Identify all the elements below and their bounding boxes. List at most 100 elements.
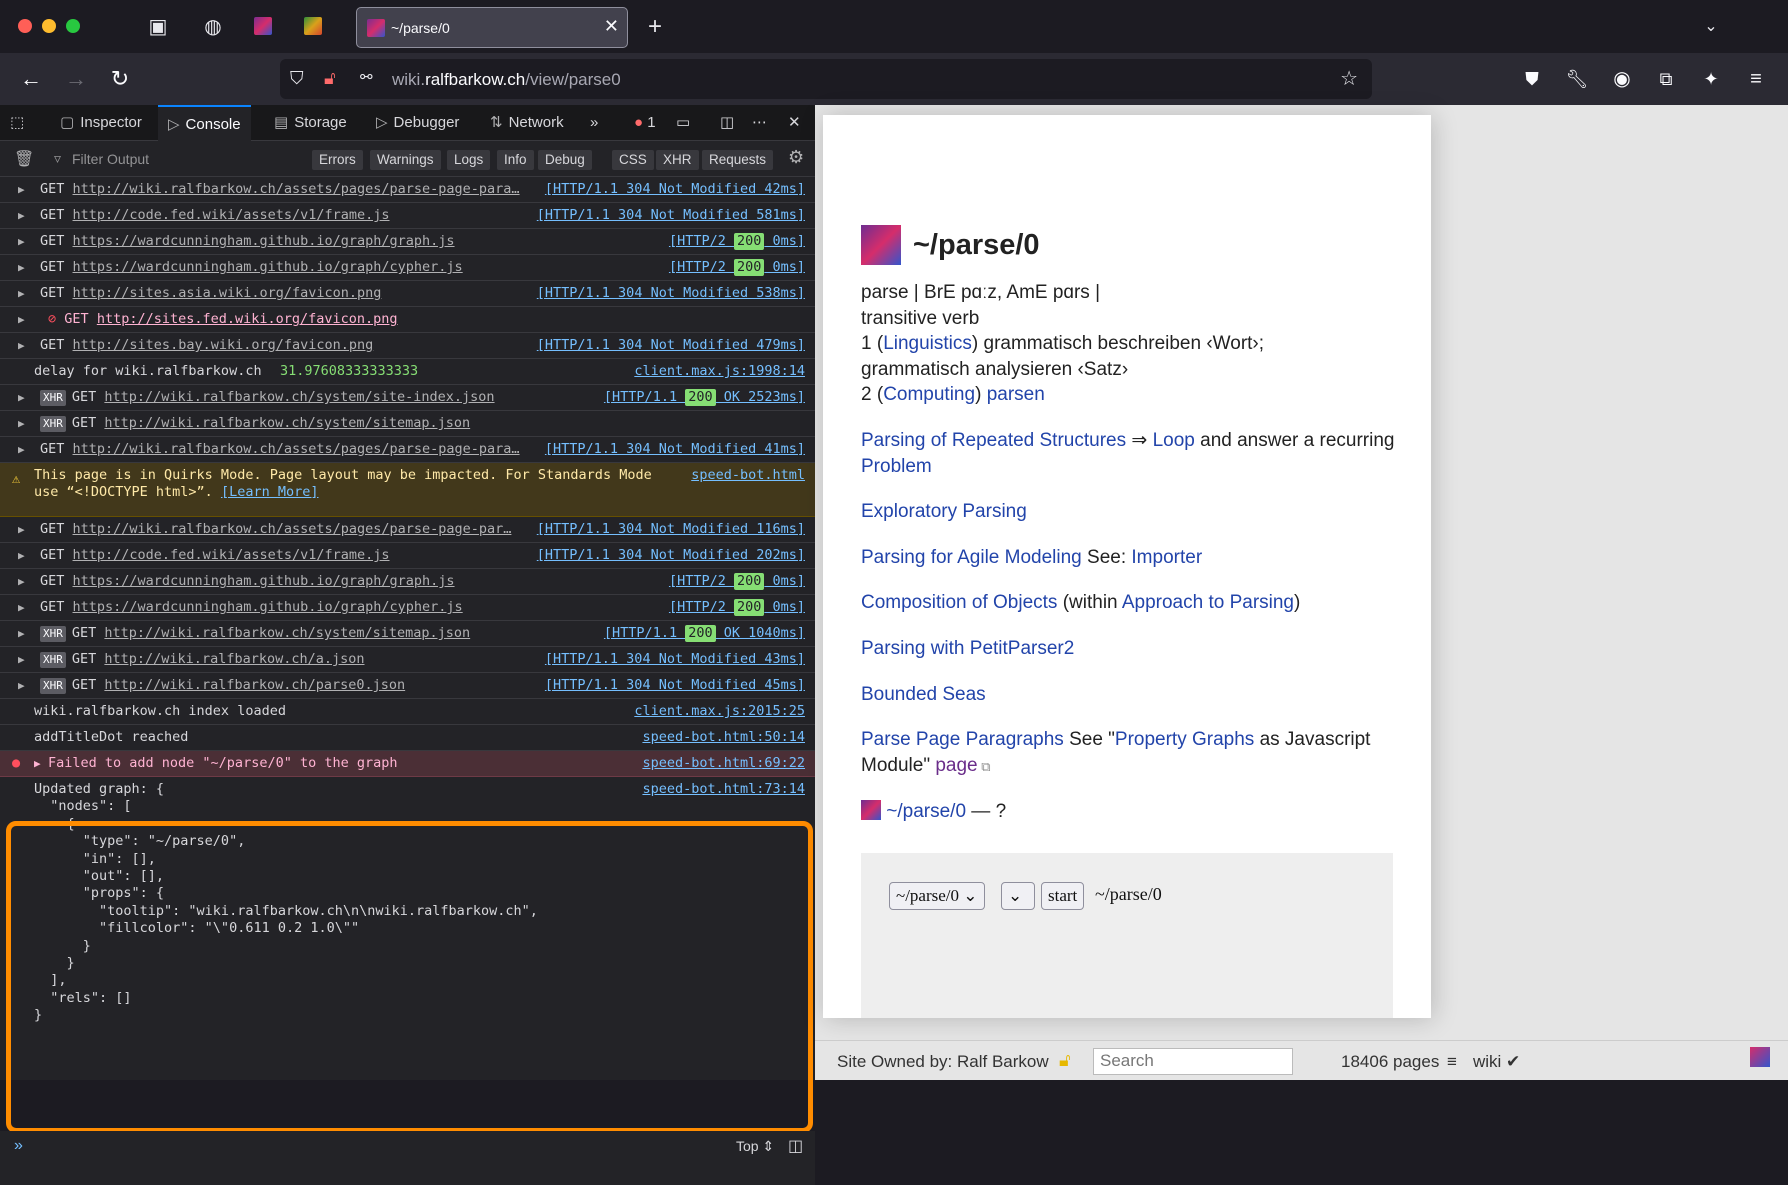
expand-arrow-icon[interactable]: ▶ xyxy=(18,177,25,202)
log-source-link[interactable]: speed-bot.html xyxy=(691,467,805,484)
link-importer[interactable]: Importer xyxy=(1131,547,1202,568)
console-settings-icon[interactable]: ⚙ xyxy=(788,147,804,168)
reference-favicon[interactable] xyxy=(861,800,881,821)
log-source-link[interactable]: speed-bot.html:69:22 xyxy=(642,751,805,776)
menu-icon[interactable]: ≡ xyxy=(1740,63,1772,95)
log-source-link[interactable]: speed-bot.html:50:14 xyxy=(642,725,805,750)
filter-debug[interactable]: Debug xyxy=(538,150,592,170)
request-url[interactable]: http://wiki.ralfbarkow.ch/system/site-in… xyxy=(104,389,494,405)
wrench-icon[interactable]: 🔧︎ xyxy=(1561,63,1593,95)
expand-arrow-icon[interactable]: ▶ xyxy=(18,307,25,332)
response-status[interactable]: [HTTP/2 200 0ms] xyxy=(669,255,805,280)
network-log-row[interactable]: ▶ XHR GET http://wiki.ralfbarkow.ch/system… xyxy=(0,385,815,411)
network-log-row[interactable]: ▶ GET http://sites.bay.wiki.org/favicon.p… xyxy=(0,333,815,359)
response-status[interactable]: [HTTP/2 200 0ms] xyxy=(669,229,805,254)
network-log-row[interactable]: ▶ GET https://wardcunningham.github.io/gr… xyxy=(0,569,815,595)
log-source-link[interactable]: client.max.js:2015:25 xyxy=(634,699,805,724)
filter-warnings[interactable]: Warnings xyxy=(370,150,441,170)
page-favicon[interactable] xyxy=(861,225,901,265)
context-selector[interactable]: Top ⇕ xyxy=(736,1138,774,1155)
expand-arrow-icon[interactable]: ▶ xyxy=(18,621,25,646)
network-log-row[interactable]: ▶ GET http://wiki.ralfbarkow.ch/assets/pa… xyxy=(0,437,815,463)
request-url[interactable]: http://sites.asia.wiki.org/favicon.png xyxy=(73,285,382,301)
reload-icon[interactable]: ↻ xyxy=(104,63,136,95)
link-parsing-with-petitparser2[interactable]: Parsing with PetitParser2 xyxy=(861,638,1074,659)
response-status[interactable]: [HTTP/1.1 304 Not Modified 45ms] xyxy=(545,673,805,698)
link-bounded-seas[interactable]: Bounded Seas xyxy=(861,684,986,705)
response-status[interactable]: [HTTP/1.1 200 OK 1040ms] xyxy=(604,621,805,646)
response-status[interactable]: [HTTP/1.1 304 Not Modified 41ms] xyxy=(545,437,805,462)
extension-icon[interactable]: ⧉ xyxy=(1650,63,1682,95)
element-picker-icon[interactable]: ⬚ xyxy=(10,105,40,141)
network-log-row[interactable]: ▶ GET http://wiki.ralfbarkow.ch/assets/pa… xyxy=(0,177,815,203)
expand-arrow-icon[interactable]: ▶ xyxy=(18,411,25,436)
response-status[interactable]: [HTTP/1.1 304 Not Modified 479ms] xyxy=(537,333,805,358)
filter-errors[interactable]: Errors xyxy=(312,150,363,170)
lock-icon[interactable]: 🔓︎ xyxy=(1059,1050,1071,1071)
console-input-bar[interactable]: » Top ⇕ ◫ xyxy=(0,1131,815,1185)
response-status[interactable]: [HTTP/1.1 304 Not Modified 42ms] xyxy=(545,177,805,202)
tab-console[interactable]: ▷ Console xyxy=(158,105,251,141)
request-url[interactable]: https://wardcunningham.github.io/graph/c… xyxy=(73,599,463,615)
response-status[interactable]: [HTTP/1.1 304 Not Modified 581ms] xyxy=(537,203,805,228)
expand-arrow-icon[interactable]: ▶ xyxy=(18,517,25,542)
dock-icon[interactable]: ◫ xyxy=(720,105,734,141)
link-parsen[interactable]: parsen xyxy=(987,384,1045,405)
expand-arrow-icon[interactable]: ▶ xyxy=(18,673,25,698)
expand-arrow-icon[interactable]: ▶ xyxy=(18,229,25,254)
request-url[interactable]: http://wiki.ralfbarkow.ch/system/sitemap… xyxy=(104,625,470,641)
learn-more-link[interactable]: [Learn More] xyxy=(221,484,319,500)
expand-arrow-icon[interactable]: ▶ xyxy=(18,569,25,594)
link-parse-page-paragraphs[interactable]: Parse Page Paragraphs xyxy=(861,729,1064,750)
search-input[interactable]: Search xyxy=(1093,1048,1293,1075)
tab-debugger[interactable]: ▷ Debugger xyxy=(370,105,465,141)
url-bar[interactable]: ⛉ 🔓︎ ⚯ wiki.ralfbarkow.ch/view/parse0 ☆ xyxy=(280,59,1372,99)
request-url[interactable]: http://code.fed.wiki/assets/v1/frame.js xyxy=(73,547,390,563)
response-status[interactable]: [HTTP/2 200 0ms] xyxy=(669,595,805,620)
log-source-link[interactable]: speed-bot.html:73:14 xyxy=(642,777,805,803)
request-url[interactable]: http://wiki.ralfbarkow.ch/assets/pages/p… xyxy=(73,521,512,537)
filter-input[interactable]: Filter Output xyxy=(72,151,149,167)
tab-inspector[interactable]: ▢ Inspector xyxy=(52,105,150,141)
response-status[interactable]: [HTTP/1.1 304 Not Modified 43ms] xyxy=(545,647,805,672)
request-url[interactable]: http://sites.fed.wiki.org/favicon.png xyxy=(97,311,398,327)
url-text[interactable]: wiki.ralfbarkow.ch/view/parse0 xyxy=(392,70,621,90)
expand-arrow-icon[interactable]: ▶ xyxy=(18,255,25,280)
request-url[interactable]: https://wardcunningham.github.io/graph/c… xyxy=(73,259,463,275)
link-loop[interactable]: Loop xyxy=(1153,430,1195,451)
expand-arrow-icon[interactable]: ▶ xyxy=(18,281,25,306)
network-log-row[interactable]: ▶ GET https://wardcunningham.github.io/gr… xyxy=(0,595,815,621)
shield-icon[interactable]: ⛉ xyxy=(290,68,304,89)
response-status[interactable]: [HTTP/1.1 304 Not Modified 538ms] xyxy=(537,281,805,306)
expand-arrow-icon[interactable]: ▶ xyxy=(18,543,25,568)
puzzle-icon[interactable]: ✦ xyxy=(1695,63,1727,95)
link-parsing-of-repeated-structures[interactable]: Parsing of Repeated Structures xyxy=(861,430,1126,451)
request-url[interactable]: http://wiki.ralfbarkow.ch/assets/pages/p… xyxy=(73,181,520,197)
link-parsing-for-agile-modeling[interactable]: Parsing for Agile Modeling xyxy=(861,547,1082,568)
response-status[interactable]: [HTTP/1.1 200 OK 2523ms] xyxy=(604,385,805,410)
response-status[interactable]: [HTTP/1.1 304 Not Modified 116ms] xyxy=(537,517,805,542)
link-composition-of-objects[interactable]: Composition of Objects xyxy=(861,592,1057,613)
request-url[interactable]: https://wardcunningham.github.io/graph/g… xyxy=(73,233,455,249)
filter-xhr[interactable]: XHR xyxy=(656,150,699,170)
link-problem[interactable]: Problem xyxy=(861,456,932,477)
link-parse-0[interactable]: ~/parse/0 xyxy=(886,801,966,822)
network-log-row[interactable]: ▶ XHR GET http://wiki.ralfbarkow.ch/a.json… xyxy=(0,647,815,673)
link-approach-to-parsing[interactable]: Approach to Parsing xyxy=(1122,592,1294,613)
network-log-row[interactable]: ▶ ⊘ GET http://sites.fed.wiki.org/favicon… xyxy=(0,307,815,333)
page-select[interactable]: ~/parse/0 ⌄ xyxy=(889,882,985,910)
request-url[interactable]: http://wiki.ralfbarkow.ch/assets/pages/p… xyxy=(73,441,520,457)
new-tab-icon[interactable]: + xyxy=(639,12,671,42)
response-status[interactable]: [HTTP/1.1 304 Not Modified 202ms] xyxy=(537,543,805,568)
error-count[interactable]: ● 1 xyxy=(634,105,656,141)
filter-logs[interactable]: Logs xyxy=(447,150,491,170)
request-url[interactable]: http://wiki.ralfbarkow.ch/a.json xyxy=(104,651,364,667)
pocket-icon[interactable]: ⛊ xyxy=(1516,63,1548,95)
network-log-row[interactable]: ▶ GET http://sites.asia.wiki.org/favicon.… xyxy=(0,281,815,307)
minimize-window-button[interactable] xyxy=(42,19,56,33)
permissions-icon[interactable]: ⚯ xyxy=(360,68,373,86)
footer-favicon[interactable] xyxy=(1750,1047,1770,1067)
network-log-row[interactable]: ▶ XHR GET http://wiki.ralfbarkow.ch/system… xyxy=(0,411,815,437)
responsive-mode-icon[interactable]: ▭ xyxy=(676,105,690,141)
tab-overview-icon[interactable]: ▣ xyxy=(142,12,174,42)
